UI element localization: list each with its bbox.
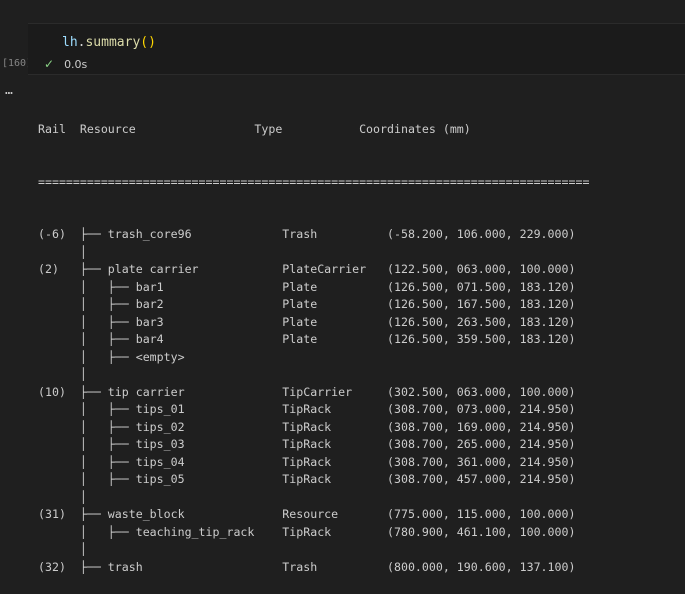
output-line: │: [38, 489, 87, 504]
code-function: summary: [85, 35, 141, 50]
output-line: (10) ├── tip carrier TipCarrier (302.500…: [38, 384, 576, 399]
cell-output: Rail Resource Type Coordinates (mm) ====…: [38, 86, 678, 594]
output-line: │ ├── bar4 Plate (126.500, 359.500, 183.…: [38, 332, 576, 346]
output-line: │ ├── tips_05 TipRack (308.700, 457.000,…: [38, 472, 576, 486]
output-line: │: [38, 367, 87, 381]
output-line: (32) ├── trash Trash (800.000, 190.600, …: [38, 559, 576, 574]
output-line: │ ├── teaching_tip_rack TipRack (780.900…: [38, 524, 576, 539]
output-lines: (-6) ├── trash_core96 Trash (-58.200, 10…: [38, 226, 678, 576]
output-line: │ ├── bar2 Plate (126.500, 167.500, 183.…: [38, 297, 576, 311]
output-line: │ ├── tips_01 TipRack (308.700, 073.000,…: [38, 402, 576, 416]
output-line: │ ├── <empty>: [38, 349, 185, 364]
output-line: (2) ├── plate carrier PlateCarrier (122.…: [38, 262, 576, 276]
output-header: Rail Resource Type Coordinates (mm): [38, 122, 471, 136]
code-variable: lh: [62, 35, 78, 50]
code-parens: (): [140, 35, 156, 50]
output-line: │ ├── tips_03 TipRack (308.700, 265.000,…: [38, 437, 576, 451]
output-separator: ========================================…: [38, 174, 590, 189]
output-line: (-6) ├── trash_core96 Trash (-58.200, 10…: [38, 227, 576, 241]
code-editor-line[interactable]: lh.summary(): [62, 35, 156, 50]
output-line: │: [38, 542, 87, 556]
output-more-actions-icon[interactable]: …: [5, 83, 14, 98]
output-line: │ ├── bar3 Plate (126.500, 263.500, 183.…: [38, 314, 576, 329]
output-line: │ ├── tips_04 TipRack (308.700, 361.000,…: [38, 454, 576, 469]
output-line: │ ├── tips_02 TipRack (308.700, 169.000,…: [38, 419, 576, 434]
output-line: (31) ├── waste_block Resource (775.000, …: [38, 507, 576, 521]
check-icon: ✓: [44, 57, 55, 71]
output-line: │ ├── bar1 Plate (126.500, 071.500, 183.…: [38, 279, 576, 294]
execution-duration: 0.0s: [64, 58, 88, 71]
execution-status: ✓ 0.0s: [44, 57, 87, 71]
output-line: │: [38, 244, 87, 259]
